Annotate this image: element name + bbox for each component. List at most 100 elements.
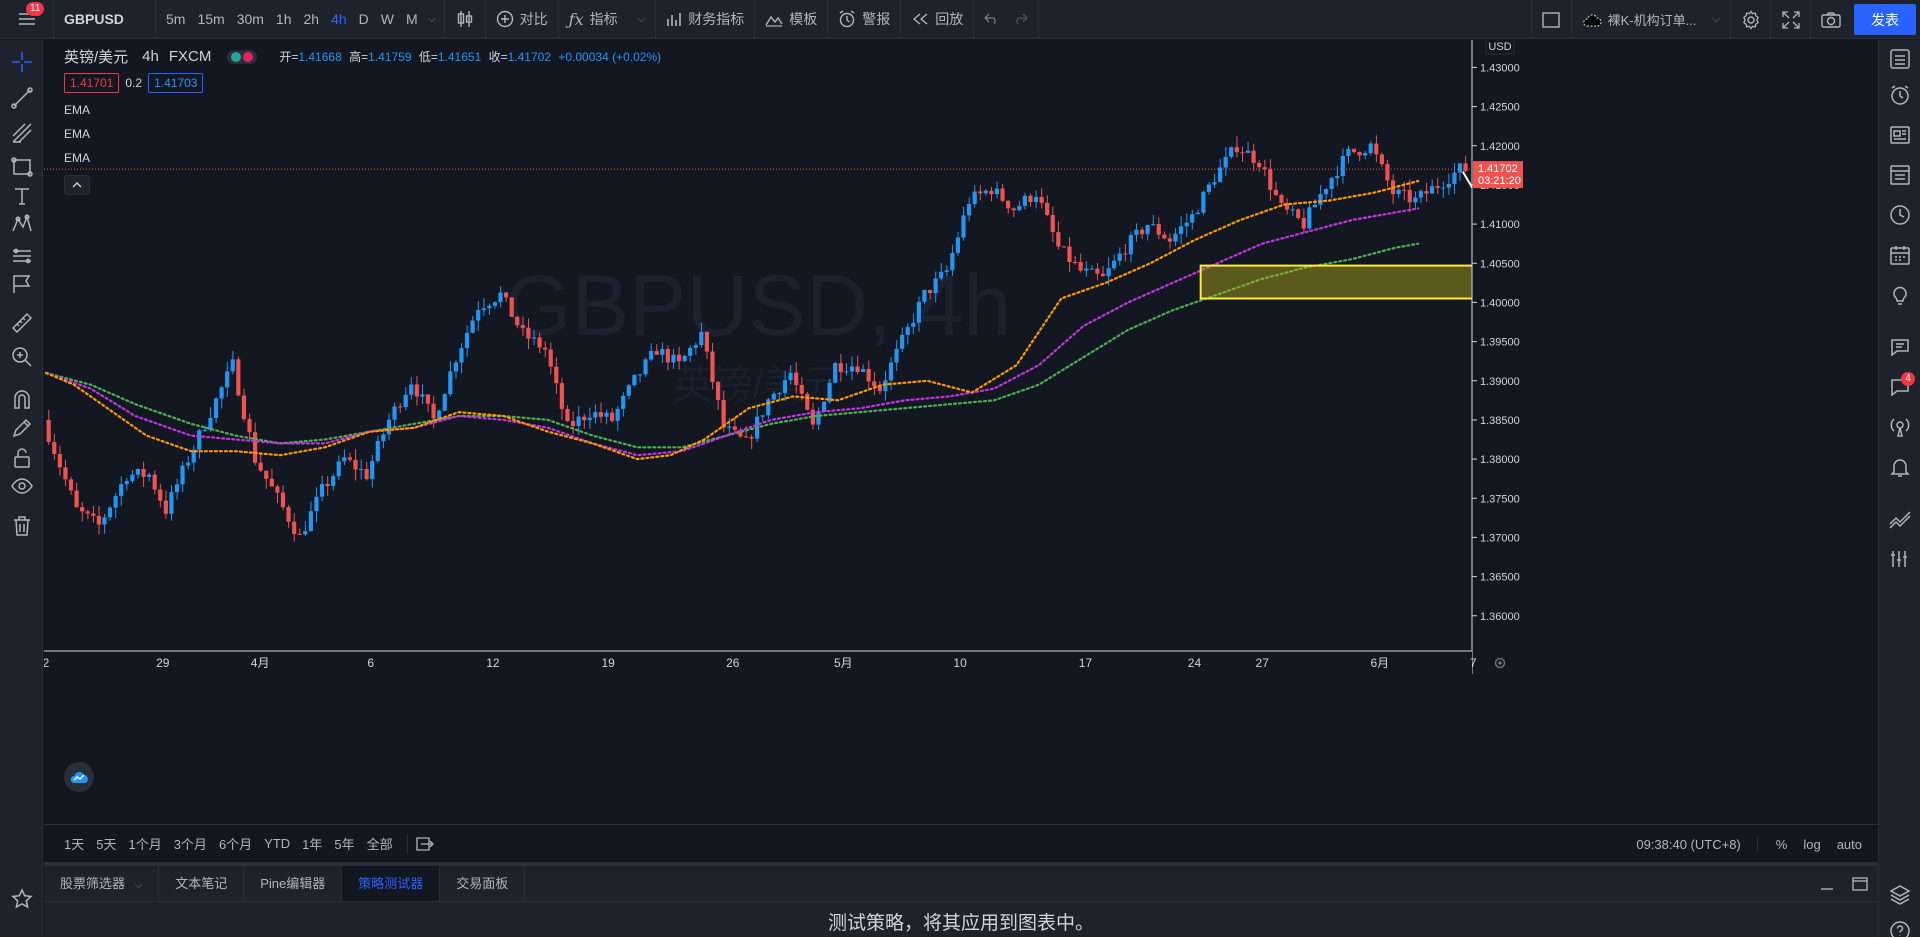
- interval-2h[interactable]: 2h: [298, 0, 326, 39]
- compare-button[interactable]: 对比: [486, 0, 559, 39]
- interval-w[interactable]: W: [375, 0, 400, 39]
- financials-button[interactable]: 财务指标: [656, 0, 756, 39]
- range-5y[interactable]: 5年: [328, 834, 360, 853]
- collapse-legend-button[interactable]: [64, 175, 90, 195]
- alerts-panel-button[interactable]: [1885, 80, 1915, 110]
- dom-button[interactable]: [1885, 544, 1915, 574]
- replay-button[interactable]: 回放: [901, 0, 975, 39]
- trading-button[interactable]: [1885, 504, 1915, 534]
- undo-icon[interactable]: [984, 13, 1000, 25]
- interval-4h[interactable]: 4h: [325, 0, 353, 39]
- candle-body: [280, 492, 286, 508]
- ruler-tool[interactable]: [8, 309, 36, 337]
- remove-drawings-tool[interactable]: [8, 512, 36, 540]
- publish-button[interactable]: 发表: [1854, 4, 1916, 35]
- fullscreen-button[interactable]: [1770, 0, 1810, 39]
- tab-strategy-tester[interactable]: 策略测试器: [342, 866, 441, 901]
- magnet-tool[interactable]: [8, 385, 36, 413]
- icon-tool[interactable]: [8, 270, 36, 298]
- interval-5m[interactable]: 5m: [160, 0, 191, 39]
- pattern-tool[interactable]: [8, 210, 36, 238]
- indicator-ema-3[interactable]: EMA: [64, 151, 661, 165]
- tab-text-notes[interactable]: 文本笔记: [159, 866, 245, 901]
- main-menu-button[interactable]: 11: [0, 0, 54, 39]
- tab-stock-screener[interactable]: 股票筛选器 ⌵: [44, 866, 160, 901]
- ideas-button[interactable]: [1885, 280, 1915, 310]
- auto-scale-toggle[interactable]: auto: [1831, 837, 1868, 852]
- alert-button[interactable]: 警报: [828, 0, 902, 39]
- snapshot-button[interactable]: [1810, 0, 1850, 39]
- fib-tool[interactable]: [8, 119, 36, 147]
- chart-type-button[interactable]: [445, 0, 486, 39]
- range-5d[interactable]: 5天: [90, 834, 122, 853]
- range-all[interactable]: 全部: [361, 834, 399, 853]
- maximize-icon[interactable]: [1852, 877, 1868, 891]
- candle-body: [766, 399, 771, 416]
- data-window-button[interactable]: [1885, 160, 1915, 190]
- layers-button[interactable]: [1885, 880, 1915, 910]
- streams-button[interactable]: [1885, 412, 1915, 442]
- messages-button[interactable]: 4: [1885, 372, 1915, 402]
- layout-selector[interactable]: 裸K-机构订单... ⌵: [1570, 0, 1730, 39]
- tradingview-logo[interactable]: [64, 762, 94, 792]
- sell-price-button[interactable]: 1.41701: [64, 73, 120, 93]
- chevron-down-icon[interactable]: ⌵: [135, 880, 143, 891]
- indicator-ema-1[interactable]: EMA: [64, 103, 661, 117]
- chevron-down-icon[interactable]: ⌵: [638, 14, 646, 25]
- hotlists-button[interactable]: [1885, 200, 1915, 230]
- notifications-button[interactable]: [1885, 452, 1915, 482]
- chevron-down-icon[interactable]: ⌵: [1712, 14, 1720, 25]
- watchlist-button[interactable]: [1885, 44, 1915, 74]
- range-1m[interactable]: 1个月: [122, 834, 167, 853]
- calendar-button[interactable]: [1885, 240, 1915, 270]
- interval-m[interactable]: M: [400, 0, 424, 39]
- text-tool[interactable]: [8, 182, 36, 210]
- lock-drawings-tool[interactable]: [8, 444, 36, 472]
- minimize-icon[interactable]: [1820, 877, 1834, 891]
- log-scale-toggle[interactable]: log: [1797, 837, 1826, 852]
- watchlist-star-tool[interactable]: [8, 885, 36, 913]
- range-3m[interactable]: 3个月: [168, 834, 213, 853]
- buy-price-button[interactable]: 1.41703: [148, 73, 204, 93]
- legend-symbol-title[interactable]: 英镑/美元: [64, 46, 128, 67]
- settings-button[interactable]: [1730, 0, 1770, 39]
- crosshair-tool[interactable]: [8, 48, 36, 76]
- range-6m[interactable]: 6个月: [213, 834, 258, 853]
- clock-time[interactable]: 09:38:40 (UTC+8): [1636, 836, 1758, 852]
- symbol-search-button[interactable]: GBPUSD: [54, 0, 156, 39]
- trend-line-tool[interactable]: [8, 84, 36, 112]
- shape-tool[interactable]: [8, 153, 36, 181]
- range-1y[interactable]: 1年: [296, 834, 328, 853]
- percent-scale-toggle[interactable]: %: [1770, 837, 1794, 852]
- open-value: 1.41668: [298, 50, 342, 64]
- indicators-button[interactable]: ƒx 指标 ⌵: [559, 0, 657, 39]
- last-price-label: 1.41702: [1478, 163, 1518, 175]
- interval-d[interactable]: D: [353, 0, 375, 39]
- interval-1h[interactable]: 1h: [270, 0, 298, 39]
- redo-icon[interactable]: [1012, 13, 1029, 25]
- zoom-tool[interactable]: [8, 343, 36, 371]
- tab-trading-panel[interactable]: 交易面板: [440, 866, 526, 901]
- goto-date-button[interactable]: [416, 836, 434, 852]
- templates-button[interactable]: 模板: [755, 0, 829, 39]
- range-1d[interactable]: 1天: [58, 834, 90, 853]
- help-button[interactable]: [1885, 916, 1915, 937]
- candle-body: [626, 385, 631, 396]
- range-ytd[interactable]: YTD: [258, 836, 296, 851]
- candle-body: [213, 398, 219, 419]
- news-button[interactable]: [1885, 120, 1915, 150]
- prediction-tool[interactable]: [8, 242, 36, 270]
- interval-15m[interactable]: 15m: [191, 0, 230, 39]
- fullscreen-layout-button[interactable]: [1530, 0, 1571, 39]
- candle-body: [336, 461, 341, 477]
- market-status-indicator[interactable]: [227, 49, 258, 64]
- interval-30m[interactable]: 30m: [231, 0, 270, 39]
- indicator-ema-2[interactable]: EMA: [64, 127, 661, 141]
- chart-pane[interactable]: GBPUSD, 4h 英镑/美元 USD 1.43000 1.42500 1.42000 1…: [44, 40, 1878, 824]
- chevron-down-icon[interactable]: ⌵: [424, 14, 440, 25]
- stay-drawing-tool[interactable]: [8, 414, 36, 442]
- candle-body: [615, 408, 620, 421]
- hide-drawings-tool[interactable]: [8, 472, 36, 500]
- tab-pine-editor[interactable]: Pine编辑器: [244, 866, 343, 901]
- chat-button[interactable]: [1885, 332, 1915, 362]
